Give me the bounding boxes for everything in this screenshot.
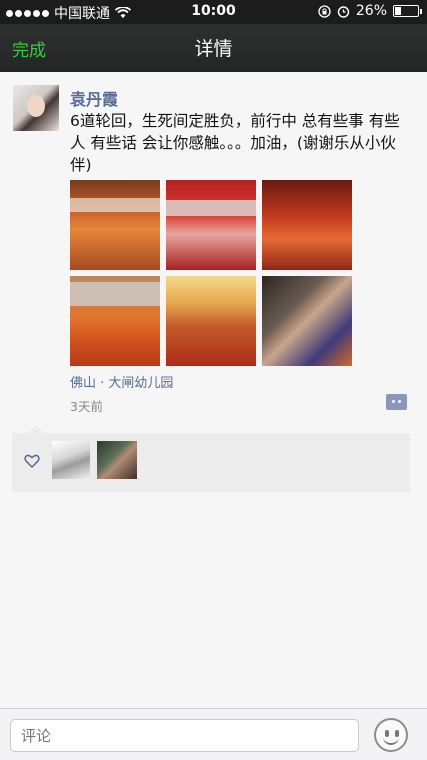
- author-avatar[interactable]: [13, 85, 59, 131]
- photo-grid: [70, 180, 354, 366]
- liker-avatar[interactable]: [97, 441, 137, 479]
- comment-input[interactable]: [10, 719, 359, 752]
- page-title: 详情: [194, 38, 233, 60]
- photo-thumbnail[interactable]: [166, 276, 256, 366]
- status-bar: 中国联通 10:00 26%: [0, 0, 427, 24]
- battery-percent: 26%: [355, 3, 387, 19]
- smiley-icon[interactable]: [374, 718, 408, 752]
- nav-bar: 完成 详情: [0, 24, 427, 72]
- alarm-icon: [337, 5, 350, 18]
- comment-bar: [0, 708, 427, 760]
- photo-thumbnail[interactable]: [70, 180, 160, 270]
- battery-icon: [393, 5, 422, 17]
- heart-outline-icon: [24, 454, 40, 469]
- photo-thumbnail[interactable]: [262, 276, 352, 366]
- location-link[interactable]: 佛山 · 大闸幼儿园: [70, 372, 173, 391]
- rotation-lock-icon: [318, 4, 331, 18]
- photo-thumbnail[interactable]: [262, 180, 352, 270]
- photo-thumbnail[interactable]: [166, 180, 256, 270]
- photo-thumbnail[interactable]: [70, 276, 160, 366]
- battery-fill: [395, 7, 401, 15]
- post-text: 6道轮回，生死间定胜负，前行中 总有些事 有些人 有些话 会让你感触。。。加油，…: [70, 112, 400, 174]
- comment-action-icon[interactable]: [386, 394, 407, 410]
- likes-panel: [12, 425, 410, 492]
- liker-avatar[interactable]: [52, 441, 90, 479]
- post-time: 3天前: [70, 399, 103, 414]
- author-name[interactable]: 袁丹霞: [70, 86, 118, 110]
